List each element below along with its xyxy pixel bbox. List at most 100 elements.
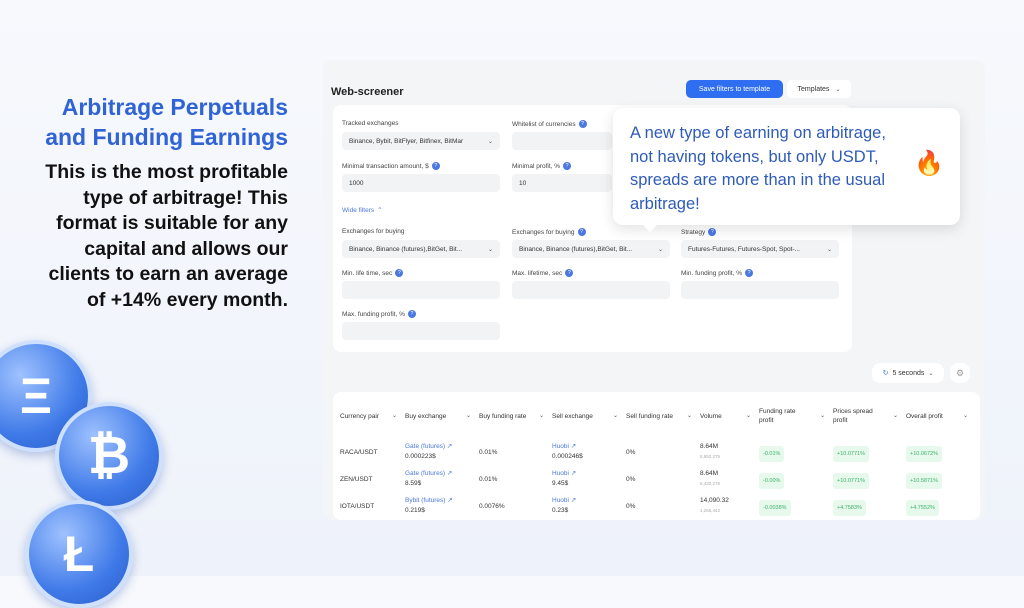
chevron-down-icon: ⌄: [826, 246, 832, 253]
external-link-icon: ↗: [446, 470, 453, 477]
column-header[interactable]: Sell exchange ⌄: [552, 406, 626, 426]
external-link-icon: ↗: [570, 470, 577, 477]
buy-funding-rate: 0.01%: [479, 476, 498, 483]
sell-funding-rate: 0%: [626, 449, 636, 456]
min-amount-input[interactable]: 1000: [342, 174, 500, 192]
column-header[interactable]: Buy exchange ⌄: [405, 406, 479, 426]
overall-profit-badge: +10.0672%: [906, 446, 942, 462]
help-icon: ?: [745, 269, 754, 277]
fire-icon: 🔥: [914, 150, 944, 177]
templates-label: Templates: [797, 85, 830, 93]
column-header[interactable]: Funding rate profit ⌄: [759, 406, 833, 426]
currency-pair: RACA/USDT: [340, 449, 378, 456]
help-icon: ?: [577, 228, 586, 236]
help-icon: ?: [395, 269, 404, 277]
chevron-down-icon: ⌄: [487, 138, 493, 145]
help-icon: ?: [563, 162, 572, 170]
help-icon: ?: [565, 269, 574, 277]
sort-chevron-icon: ⌄: [391, 412, 397, 419]
min-amount-label: Minimal transaction amount, $?: [342, 162, 440, 170]
max-life-input[interactable]: [512, 281, 670, 299]
chevron-up-icon: ⌃: [377, 207, 383, 214]
sell-price: 0.23$: [552, 507, 569, 514]
templates-dropdown[interactable]: Templates ⌄: [787, 80, 851, 98]
info-tooltip: A new type of earning on arbitrage, not …: [613, 108, 960, 232]
overall-profit-badge: +10.5871%: [906, 473, 942, 489]
column-header[interactable]: Overall profit ⌄: [906, 406, 976, 426]
max-funding-input[interactable]: [342, 322, 500, 340]
buy-price: 0.219$: [405, 507, 425, 514]
whitelist-input[interactable]: [512, 132, 612, 150]
currency-pair: ZEN/USDT: [340, 476, 373, 483]
litecoin-coin-icon: Ł: [25, 500, 133, 608]
help-icon: ?: [407, 310, 416, 318]
min-profit-label: Minimal profit, %?: [512, 162, 572, 170]
currency-pair: IOTA/USDT: [340, 503, 375, 510]
help-icon: ?: [578, 120, 587, 128]
tooltip-text: A new type of earning on arbitrage, not …: [630, 124, 886, 213]
help-icon: ?: [431, 162, 440, 170]
whitelist-label: Whitelist of currencies?: [512, 120, 587, 128]
chevron-down-icon: ⌄: [835, 86, 841, 93]
tracked-exchanges-select[interactable]: Binance, Bybit, BitFlyer, Bitfinex, BitM…: [342, 132, 500, 150]
external-link-icon: ↗: [446, 443, 453, 450]
buy-exchange-link[interactable]: Gate (futures): [405, 470, 445, 477]
hero-title: Arbitrage Perpetuals and Funding Earning…: [45, 94, 288, 150]
hero-text: This is the most profitable type of arbi…: [45, 161, 288, 311]
buy-exchanges-select[interactable]: Binance, Binance (futures),BitGet, Bit..…: [342, 240, 500, 258]
min-life-input[interactable]: [342, 281, 500, 299]
sell-funding-rate: 0%: [626, 476, 636, 483]
column-header[interactable]: Prices spread profit ⌄: [833, 406, 906, 426]
sell-price: 0.000246$: [552, 453, 583, 460]
sell-exchange-link[interactable]: Huobi: [552, 497, 569, 504]
buy-price: 0.000223$: [405, 453, 436, 460]
strategy-select[interactable]: Futures-Futures, Futures-Spot, Spot-... ⌄: [681, 240, 839, 258]
bitcoin-coin-icon: ₿: [55, 402, 163, 510]
sort-chevron-icon: ⌄: [465, 412, 471, 419]
buy-funding-rate: 0.01%: [479, 449, 498, 456]
sort-chevron-icon: ⌄: [745, 412, 751, 419]
sell-exchange-link[interactable]: Huobi: [552, 470, 569, 477]
buy-exchange-link[interactable]: Bybit (futures): [405, 497, 445, 504]
min-life-label: Min. life time, sec?: [342, 269, 404, 277]
min-funding-input[interactable]: [681, 281, 839, 299]
overall-profit-badge: +4.7552%: [906, 500, 939, 516]
column-header[interactable]: Buy funding rate ⌄: [479, 406, 552, 426]
funding-profit-badge: -0.00%: [759, 473, 785, 489]
sort-chevron-icon: ⌄: [538, 412, 544, 419]
column-header[interactable]: Currency pair ⌄: [340, 406, 405, 426]
external-link-icon: ↗: [570, 497, 577, 504]
min-profit-input[interactable]: 10: [512, 174, 612, 192]
sell-exchange-link[interactable]: Huobi: [552, 443, 569, 450]
funding-profit-badge: -0.01%: [759, 446, 785, 462]
volume-sub: 5,952,275: [700, 454, 721, 459]
max-funding-label: Max. funding profit, %?: [342, 310, 416, 318]
app-title: Web-screener: [331, 86, 404, 98]
sort-chevron-icon: ⌄: [819, 412, 825, 419]
volume: 14,090.32: [700, 497, 729, 504]
min-funding-label: Min. funding profit, %?: [681, 269, 754, 277]
buy-exchange-link[interactable]: Gate (futures): [405, 443, 445, 450]
refresh-interval-select[interactable]: ↻ 5 seconds ⌄: [872, 363, 944, 383]
results-table: Currency pair ⌄ Buy exchange ⌄ Buy funding r…: [333, 392, 980, 520]
chevron-down-icon: ⌄: [487, 246, 493, 253]
tracked-exchanges-label: Tracked exchanges: [342, 120, 399, 127]
chevron-down-icon: ⌄: [928, 370, 934, 377]
spread-profit-badge: +4.7583%: [833, 500, 866, 516]
column-header[interactable]: Volume ⌄: [700, 406, 759, 426]
sort-chevron-icon: ⌄: [686, 412, 692, 419]
wide-filters-toggle[interactable]: Wide filters ⌃: [342, 206, 383, 215]
external-link-icon: ↗: [570, 443, 577, 450]
max-life-label: Max. lifetime, sec?: [512, 269, 574, 277]
buy-exchanges-select-2[interactable]: Binance, Binance (futures),BitGet, Bit..…: [512, 240, 670, 258]
volume: 8.64M: [700, 443, 719, 450]
funding-profit-badge: -0.0038%: [759, 500, 791, 516]
volume: 8.64M: [700, 470, 719, 477]
save-filters-button[interactable]: Save filters to template: [686, 80, 783, 98]
column-header[interactable]: Sell funding rate ⌄: [626, 406, 700, 426]
volume-sub: 1,265,442: [700, 508, 721, 513]
strategy-label: Strategy?: [681, 228, 717, 236]
settings-gear-icon[interactable]: ⚙: [950, 363, 970, 383]
volume-sub: 6,432,275: [700, 481, 721, 486]
sort-chevron-icon: ⌄: [612, 412, 618, 419]
